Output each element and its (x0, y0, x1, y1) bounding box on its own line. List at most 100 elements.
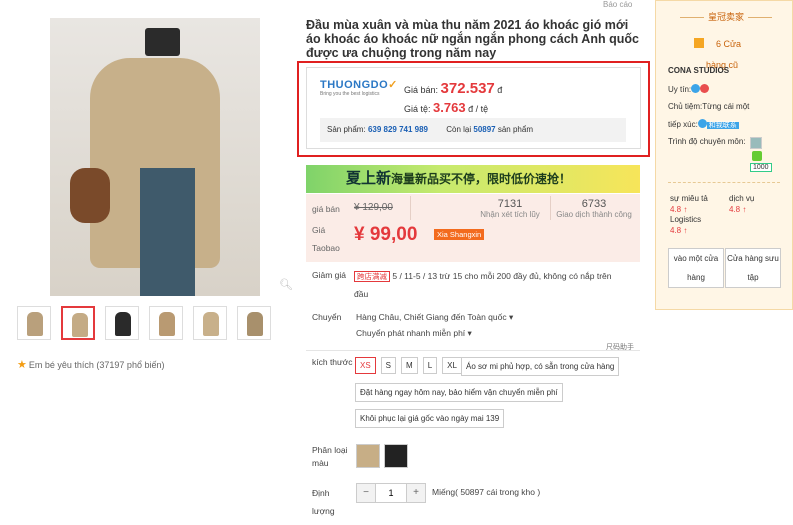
stock-text: Miếng( 50897 cái trong kho ) (432, 487, 541, 497)
enter-shop-label-1: vào một cửa (673, 254, 719, 263)
quantity-minus-button[interactable]: − (357, 484, 375, 502)
bag-shape (70, 168, 110, 223)
logo-glyph: ✓ (388, 79, 398, 91)
thuongdo-logo: THUONGDO✓ Bring you the best logistics (320, 78, 397, 97)
chat-icon (697, 119, 707, 128)
size-option-xl[interactable]: XL (442, 357, 462, 374)
remaining-label: Còn lại (446, 125, 472, 134)
product-title: Đầu mùa xuân và mùa thu năm 2021 áo khoá… (306, 18, 639, 60)
product-code-label: Sản phẩm: (327, 125, 366, 134)
remaining-value: 50897 (473, 125, 496, 134)
orig-price-value: ¥ 129,00 (354, 202, 393, 213)
color-swatch-black[interactable] (384, 444, 408, 468)
enter-shop-label-2: hàng (687, 273, 705, 282)
caret-down-icon: ▾ (467, 328, 472, 338)
discount-text-2: đầu (354, 289, 369, 299)
size-note-1[interactable]: Áo sơ mi phủ hợp, có sẵn trong cửa hàng (461, 357, 620, 376)
expert-row: Trình độ chuyên môn: (668, 137, 746, 146)
store-icon (694, 38, 704, 48)
rate-row: Giá tệ: 3.763 đ / tệ (404, 100, 488, 115)
thumbnail-4[interactable] (149, 306, 183, 340)
discount-info: 跨店满减 5 / 11-5 / 13 trừ 15 cho mỗi 200 đầ… (354, 268, 639, 285)
logistics-label: Logistics (670, 215, 702, 224)
color-label-1: Phân loại (312, 445, 348, 455)
main-product-image[interactable] (50, 18, 260, 296)
promo-banner[interactable]: 夏上新海量新品买不停，限时低价速抢！ (306, 165, 640, 193)
rate-unit: đ / tệ (468, 104, 489, 114)
logistics-score: 4.8 ↑ (670, 226, 688, 235)
shipping-route[interactable]: Hàng Châu, Chiết Giang đến Toàn quốc ▾ (356, 312, 513, 323)
expert-value: 1000 (750, 163, 772, 172)
discount-label: Giảm giá (312, 270, 347, 280)
color-label-2: màu (312, 458, 329, 468)
shipping-method-text: Chuyển phát nhanh miễn phí (356, 328, 466, 338)
thumbnail-1[interactable] (17, 306, 51, 340)
size-option-xs[interactable]: XS (355, 357, 376, 374)
quantity-label-2: lượng (312, 506, 335, 516)
expert-icon (750, 137, 762, 149)
quantity-plus-button[interactable]: + (407, 484, 425, 502)
contact-label: tiếp xúc: (668, 120, 698, 129)
owner-name: Từng cái một (702, 102, 750, 111)
deals-stat: 6733 Giao dịch thành công (552, 198, 636, 219)
sell-price-label: Giá bán: (404, 85, 439, 95)
service-label: dịch vụ (729, 194, 755, 203)
remaining-unit: sản phẩm (497, 125, 533, 134)
thumbnail-2[interactable] (61, 306, 95, 340)
size-option-m[interactable]: M (401, 357, 418, 374)
current-price: ¥ 99,00 (354, 224, 418, 245)
report-link[interactable]: Báo cáo (603, 0, 632, 9)
crown-seller-title: 皇冠卖家 (668, 10, 784, 23)
product-code[interactable]: 639 829 741 989 (368, 125, 428, 134)
owner-label: Chủ tiệm: (668, 102, 703, 111)
trust-row: Uy tín: (668, 84, 710, 94)
orig-price-label: giá bán (312, 204, 340, 214)
collect-shop-label-1: Cửa hàng sưu (727, 254, 779, 263)
thumbnail-5[interactable] (193, 306, 227, 340)
discount-text: 5 / 11-5 / 13 trừ 15 cho mỗi 200 đầy đủ,… (392, 271, 612, 281)
logo-text: THUONGDO (320, 79, 389, 91)
logo-sub: Bring you the best logistics (320, 91, 380, 97)
thumbnail-6[interactable] (237, 306, 271, 340)
size-option-l[interactable]: L (422, 357, 438, 374)
contact-button[interactable]: 和我联系 (706, 122, 739, 129)
shipping-label: Chuyển (312, 312, 342, 322)
collect-shop-button[interactable]: Cửa hàng sưu tập (725, 248, 781, 288)
enter-shop-button[interactable]: vào một cửa hàng (668, 248, 724, 288)
owner-row: Chủ tiệm:Từng cái một (668, 102, 749, 111)
reviews-stat[interactable]: 7131 Nhận xét tích lũy (472, 198, 548, 219)
color-swatch-khaki[interactable] (356, 444, 380, 468)
desc-label: sự miêu tả (670, 194, 708, 203)
size-note-2[interactable]: Đặt hàng ngay hôm nay, bảo hiểm vận chuy… (355, 383, 563, 402)
service-score: 4.8 ↑ (729, 205, 747, 214)
banner-big-text: 夏上新 (346, 170, 392, 187)
sell-price-row: Giá bán: 372.537 đ (404, 80, 502, 97)
size-label: kích thước (312, 357, 353, 367)
favorite-link[interactable]: ★ Em bé yêu thích (37197 phổ biến) (17, 358, 164, 371)
thumbnail-3[interactable] (105, 306, 139, 340)
size-option-s[interactable]: S (380, 357, 397, 374)
size-options: XS S M L XL (355, 357, 467, 374)
divider (410, 196, 411, 220)
divider (306, 350, 640, 351)
trust-label: Uy tín: (668, 85, 692, 94)
zoom-icon[interactable]: 🔍︎ (279, 278, 293, 291)
quantity-stepper: − + (356, 483, 426, 503)
quantity-label-1: Định (312, 488, 330, 498)
store-age: 6 Cửa (694, 38, 741, 49)
banner-text: 海量新品买不停，限时低价速抢！ (391, 172, 572, 186)
trust-icon (700, 84, 710, 93)
deals-value: 6733 (581, 198, 607, 210)
size-note-3[interactable]: Khôi phục lại giá gốc vào ngày mai 139 (355, 409, 505, 428)
stock-bar: Sản phẩm: 639 829 741 989 Còn lại 50897 … (320, 118, 626, 142)
shipping-method[interactable]: Chuyển phát nhanh miễn phí ▾ (356, 328, 472, 339)
jeans-shape (140, 168, 195, 296)
caret-down-icon: ▾ (508, 312, 514, 322)
taobao-label-1: Giá (312, 225, 326, 235)
collect-shop-label-2: tập (747, 273, 759, 282)
shipping-route-text: Hàng Châu, Chiết Giang đến Toàn quốc (356, 312, 507, 322)
rate-value: 3.763 (433, 100, 466, 115)
quantity-input[interactable] (375, 484, 407, 502)
shop-name[interactable]: CONA STUDIOS (668, 66, 729, 75)
taobao-label-2: Taobao (312, 243, 340, 253)
